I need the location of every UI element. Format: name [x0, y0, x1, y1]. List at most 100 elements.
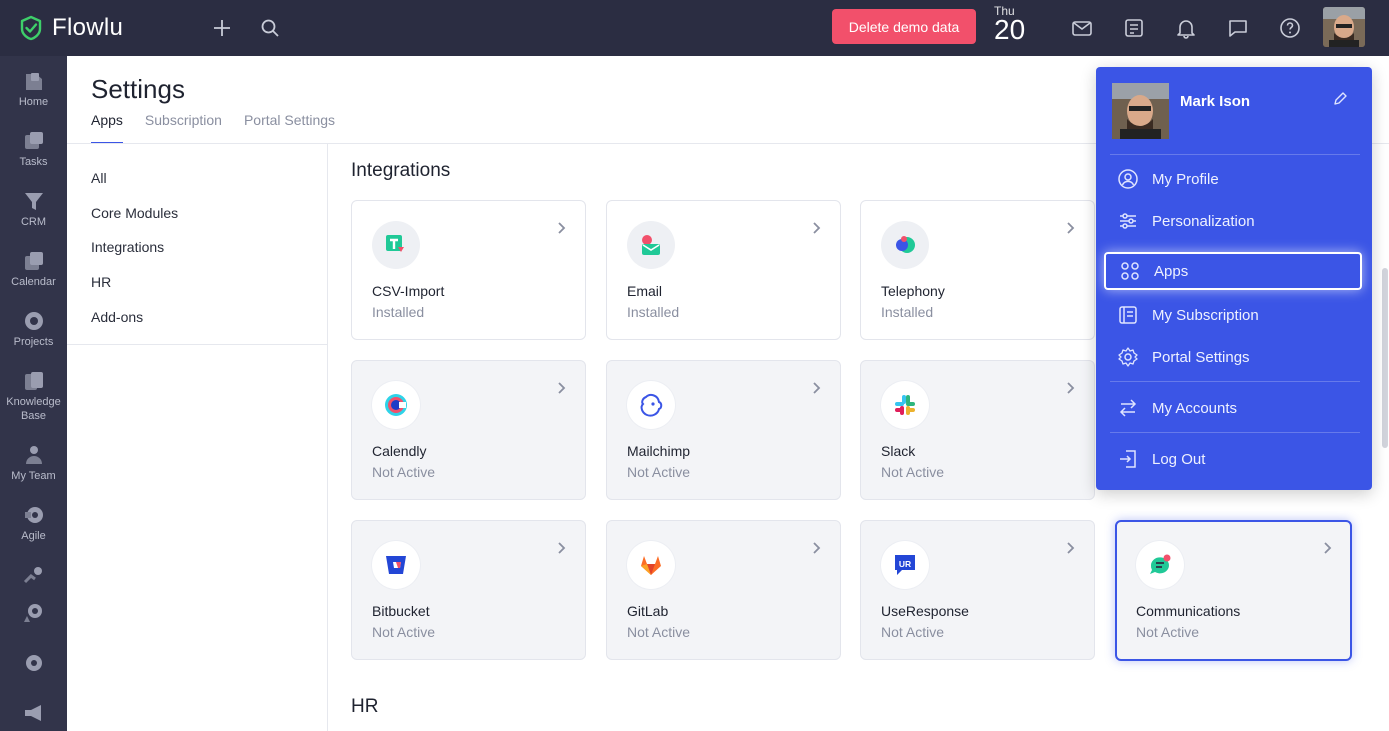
menu-item-my-accounts[interactable]: My Accounts — [1104, 389, 1362, 427]
sidebar-item-calendar[interactable]: Calendar — [0, 250, 67, 289]
menu-item-label: My Profile — [1152, 170, 1219, 188]
user-circle-icon — [1104, 168, 1152, 190]
sidebar: Home Tasks CRM Calendar Projects Knowled… — [0, 56, 67, 731]
app-card-name: Telephony — [881, 283, 945, 299]
app-card-name: Slack — [881, 443, 916, 459]
notes-icon[interactable] — [1122, 16, 1146, 40]
page-title: Settings — [91, 74, 185, 104]
nav-item-integrations[interactable]: Integrations — [91, 239, 164, 255]
date-day-of-week: Thu — [994, 4, 1015, 18]
sidebar-item-knowledge-base[interactable]: Knowledge Base — [0, 370, 67, 423]
app-card-gitlab[interactable]: GitLab Not Active — [606, 520, 841, 660]
app-card-status: Installed — [372, 304, 425, 320]
app-card-name: Email — [627, 283, 663, 299]
gear-icon — [1104, 346, 1152, 368]
nav-item-all[interactable]: All — [91, 170, 107, 186]
telephony-icon — [881, 221, 929, 269]
date-widget[interactable]: Thu 20 — [994, 4, 1025, 44]
support-icon — [23, 604, 42, 622]
menu-item-my-profile[interactable]: My Profile — [1104, 160, 1362, 198]
sidebar-item-label: My Team — [11, 470, 56, 482]
dropdown-user-name: Mark Ison — [1180, 93, 1251, 110]
tab-apps[interactable]: Apps — [91, 112, 123, 144]
edit-profile-icon[interactable] — [1332, 91, 1348, 112]
sidebar-item-label: Projects — [13, 336, 54, 348]
sliders-icon — [1104, 210, 1152, 232]
sidebar-item-home[interactable]: Home — [0, 70, 67, 109]
subscription-icon — [1104, 304, 1152, 326]
app-card-status: Installed — [881, 304, 934, 320]
search-icon[interactable] — [258, 16, 282, 40]
sidebar-item-extra-4[interactable] — [0, 702, 67, 727]
leftnav-bottom-divider — [67, 344, 327, 345]
crm-icon — [24, 193, 43, 210]
knowledge-base-icon — [24, 372, 43, 390]
tab-subscription[interactable]: Subscription — [145, 112, 222, 144]
app-card-calendly[interactable]: Calendly Not Active — [351, 360, 586, 500]
mail-icon[interactable] — [1070, 16, 1094, 40]
app-card-name: Bitbucket — [372, 603, 430, 619]
sidebar-item-agile[interactable]: Agile — [0, 504, 67, 543]
menu-item-portal-settings[interactable]: Portal Settings — [1104, 338, 1362, 376]
chevron-right-icon — [557, 381, 567, 400]
menu-item-log-out[interactable]: Log Out — [1104, 440, 1362, 478]
switch-arrows-icon — [1104, 397, 1152, 419]
app-card-email[interactable]: Email Installed — [606, 200, 841, 340]
app-card-status: Not Active — [881, 624, 945, 640]
menu-item-label: Apps — [1154, 262, 1189, 280]
app-card-bitbucket[interactable]: Bitbucket Not Active — [351, 520, 586, 660]
app-card-mailchimp[interactable]: Mailchimp Not Active — [606, 360, 841, 500]
sidebar-item-projects[interactable]: Projects — [0, 310, 67, 349]
app-card-status: Not Active — [627, 624, 691, 640]
page-scrollbar[interactable] — [1382, 268, 1388, 448]
communications-icon — [1136, 541, 1184, 589]
nav-item-add-ons[interactable]: Add-ons — [91, 309, 143, 325]
app-card-slack[interactable]: Slack Not Active — [860, 360, 1095, 500]
nav-item-hr[interactable]: HR — [91, 274, 111, 290]
sidebar-item-label: Calendar — [11, 276, 56, 288]
bitbucket-icon — [372, 541, 420, 589]
section-title-hr: HR — [351, 696, 379, 717]
app-card-csv-import[interactable]: CSV-Import Installed — [351, 200, 586, 340]
chat-icon[interactable] — [1226, 16, 1250, 40]
sidebar-item-extra-1[interactable] — [0, 564, 67, 589]
email-app-icon — [627, 221, 675, 269]
csv-import-icon — [372, 221, 420, 269]
bell-icon[interactable] — [1174, 16, 1198, 40]
sidebar-item-extra-2[interactable] — [0, 602, 67, 627]
app-card-communications[interactable]: Communications Not Active — [1115, 520, 1352, 661]
section-title-integrations: Integrations — [351, 160, 451, 181]
sidebar-item-extra-3[interactable] — [0, 652, 67, 677]
sidebar-item-label: Knowledge Base — [6, 396, 61, 422]
sidebar-item-my-team[interactable]: My Team — [0, 444, 67, 483]
chevron-right-icon — [1066, 541, 1076, 560]
dropdown-divider — [1110, 154, 1360, 155]
menu-item-my-subscription[interactable]: My Subscription — [1104, 296, 1362, 334]
chart-icon — [23, 567, 42, 584]
app-card-useresponse[interactable]: UR UseResponse Not Active — [860, 520, 1095, 660]
chevron-right-icon — [812, 541, 822, 560]
app-card-name: UseResponse — [881, 603, 969, 619]
sidebar-item-crm[interactable]: CRM — [0, 190, 67, 229]
sidebar-item-label: Agile — [21, 530, 46, 542]
gitlab-icon — [627, 541, 675, 589]
menu-item-personalization[interactable]: Personalization — [1104, 202, 1362, 240]
app-card-telephony[interactable]: Telephony Installed — [860, 200, 1095, 340]
sidebar-item-tasks[interactable]: Tasks — [0, 130, 67, 169]
app-logo[interactable]: Flowlu — [18, 14, 123, 42]
delete-demo-data-button[interactable]: Delete demo data — [832, 9, 976, 44]
tab-portal-settings[interactable]: Portal Settings — [244, 112, 335, 144]
add-icon[interactable] — [210, 16, 234, 40]
user-avatar[interactable] — [1323, 7, 1365, 47]
calendly-icon — [372, 381, 420, 429]
menu-item-apps[interactable]: Apps — [1104, 252, 1362, 290]
nav-item-core-modules[interactable]: Core Modules — [91, 205, 178, 221]
chevron-right-icon — [557, 541, 567, 560]
app-card-name: CSV-Import — [372, 283, 445, 299]
calendar-icon — [24, 252, 43, 270]
chevron-right-icon — [1066, 221, 1076, 240]
help-icon[interactable] — [1278, 16, 1302, 40]
chevron-right-icon — [812, 381, 822, 400]
menu-item-label: My Accounts — [1152, 399, 1238, 417]
sidebar-item-label: Home — [18, 96, 49, 108]
